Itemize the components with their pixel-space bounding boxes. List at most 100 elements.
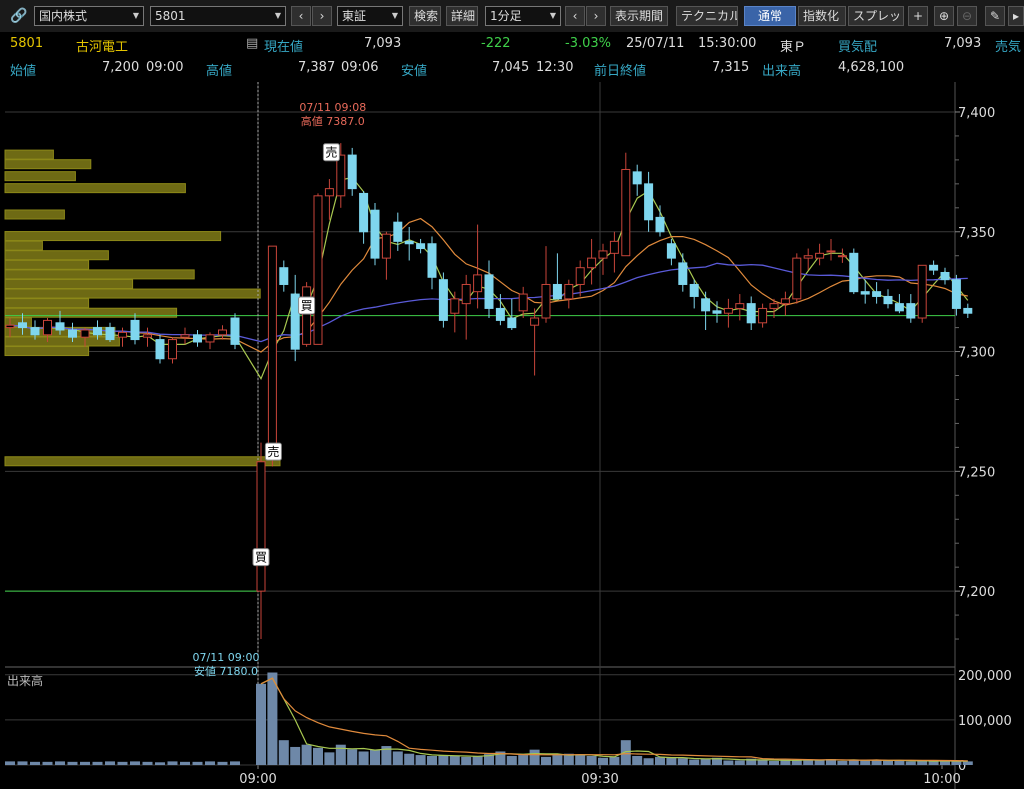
open-label: 始値	[10, 64, 37, 79]
candle-down	[105, 327, 115, 341]
prev-arrow-icon[interactable]: ‹	[291, 6, 311, 26]
technical-button[interactable]: テクニカル	[676, 6, 738, 26]
index-button[interactable]: 指数化	[798, 6, 846, 26]
volume-bar	[643, 758, 654, 765]
next-arrow-icon[interactable]: ›	[312, 6, 332, 26]
volume-profile-bar	[4, 250, 109, 261]
candle-down	[906, 303, 916, 319]
volume-bar	[472, 755, 483, 765]
exchange-select[interactable]: 東証	[337, 6, 403, 26]
volume-bar	[734, 760, 745, 765]
trade-marker-label: 売	[325, 145, 337, 160]
candle-up	[205, 334, 215, 343]
candle-down	[712, 310, 722, 314]
candle-down	[359, 192, 369, 233]
candle-down	[940, 271, 950, 281]
volume-bar	[5, 761, 15, 765]
volume-profile-bar	[4, 209, 65, 220]
current-price: 7,093	[364, 36, 402, 51]
spread-button[interactable]: スプレッド	[848, 6, 904, 26]
candle-up	[917, 264, 927, 319]
volume-bar	[347, 749, 358, 765]
volume-bar	[358, 751, 369, 765]
volume-tick-label: 100,000	[958, 714, 1012, 729]
volume-bar	[205, 761, 215, 765]
pencil-icon[interactable]: ✎	[985, 6, 1005, 26]
high-price: 7,387	[298, 60, 336, 75]
candle-up	[180, 334, 190, 338]
open-price: 7,200	[102, 60, 140, 75]
candle-up	[609, 240, 619, 254]
volume-bar	[871, 760, 882, 765]
high-time: 09:06	[341, 60, 379, 75]
interval-select[interactable]: 1分足	[485, 6, 561, 26]
low-label: 安値	[401, 64, 428, 79]
volume-bar	[951, 761, 962, 765]
detail-button[interactable]: 詳細	[446, 6, 478, 26]
volume-bar	[609, 756, 620, 765]
candle-down	[68, 329, 77, 338]
volume-profile-bar	[4, 259, 90, 270]
candle-down	[130, 319, 140, 341]
display-period-button[interactable]: 表示期間	[610, 6, 668, 26]
market-label: 東Ｐ	[780, 40, 807, 55]
price-change-pct: -3.03%	[565, 36, 611, 51]
candle-down	[279, 267, 289, 285]
high-annotation-value: 高値 7387.0	[301, 114, 365, 128]
volume-profile-bar	[4, 288, 261, 299]
candle-down	[746, 303, 756, 324]
volume-bar	[791, 760, 802, 765]
low-price: 7,045	[492, 60, 530, 75]
volume-bar	[30, 761, 40, 765]
volume-bar	[461, 756, 472, 765]
candle-up	[815, 252, 825, 259]
time-tick-label: 09:00	[239, 772, 276, 787]
volume-value: 4,628,100	[838, 60, 905, 75]
trade-marker-label: 買	[301, 299, 313, 313]
zoom-out-icon[interactable]: ⊖	[957, 6, 977, 26]
prev-period-icon[interactable]: ‹	[565, 6, 585, 26]
candle-up	[735, 303, 745, 309]
add-icon[interactable]: +	[908, 6, 928, 26]
volume-bar	[438, 755, 449, 765]
next-period-icon[interactable]: ›	[586, 6, 606, 26]
candle-down	[55, 322, 65, 331]
document-icon[interactable]: ▤	[246, 36, 258, 51]
volume-bar	[67, 761, 78, 765]
volume-bar	[192, 761, 203, 765]
quote-row-1: 5801 古河電工 ▤ 現在値 7,093 -222 -3.03% 25/07/…	[0, 34, 1024, 55]
candle-down	[230, 317, 240, 345]
candle-down	[93, 327, 102, 336]
code-input[interactable]: 5801	[150, 6, 286, 26]
candle-up	[792, 257, 802, 300]
high-annotation-datetime: 07/11 09:08	[299, 101, 366, 114]
volume-bar	[518, 755, 529, 765]
zoom-in-icon[interactable]: ⊕	[934, 6, 954, 26]
volume-bar	[575, 755, 586, 765]
volume-tick-label: 200,000	[958, 669, 1012, 684]
price-chart[interactable]: 7,400 7,350 7,300 7,250 7,200 09:00 09:30 10:00…	[0, 82, 1024, 789]
candle-up	[598, 250, 608, 259]
link-icon[interactable]: 🔗	[10, 8, 27, 24]
price-tick-label: 7,250	[958, 465, 995, 480]
more-icon[interactable]: ▸	[1008, 6, 1024, 26]
candle-up	[450, 298, 460, 314]
volume-bar	[180, 761, 190, 765]
high-label: 高値	[206, 64, 233, 79]
candle-up	[43, 319, 52, 336]
candle-down	[507, 317, 517, 329]
toolbar: 🔗 国内株式 5801 ‹ › 東証 検索 詳細 1分足 ‹ › 表示期間 テク…	[0, 0, 1024, 32]
normal-button[interactable]: 通常	[744, 6, 796, 26]
quote-time: 15:30:00	[698, 36, 757, 51]
volume-bar	[837, 760, 848, 765]
candle-up	[80, 329, 90, 338]
candle-up	[575, 267, 585, 285]
price-change: -222	[481, 36, 511, 51]
volume-bar	[117, 761, 128, 765]
volume-bar	[404, 753, 415, 765]
candle-up	[541, 283, 551, 319]
market-select[interactable]: 国内株式	[34, 6, 144, 26]
search-button[interactable]: 検索	[409, 6, 441, 26]
volume-bar	[541, 756, 551, 765]
volume-bar	[586, 755, 597, 765]
